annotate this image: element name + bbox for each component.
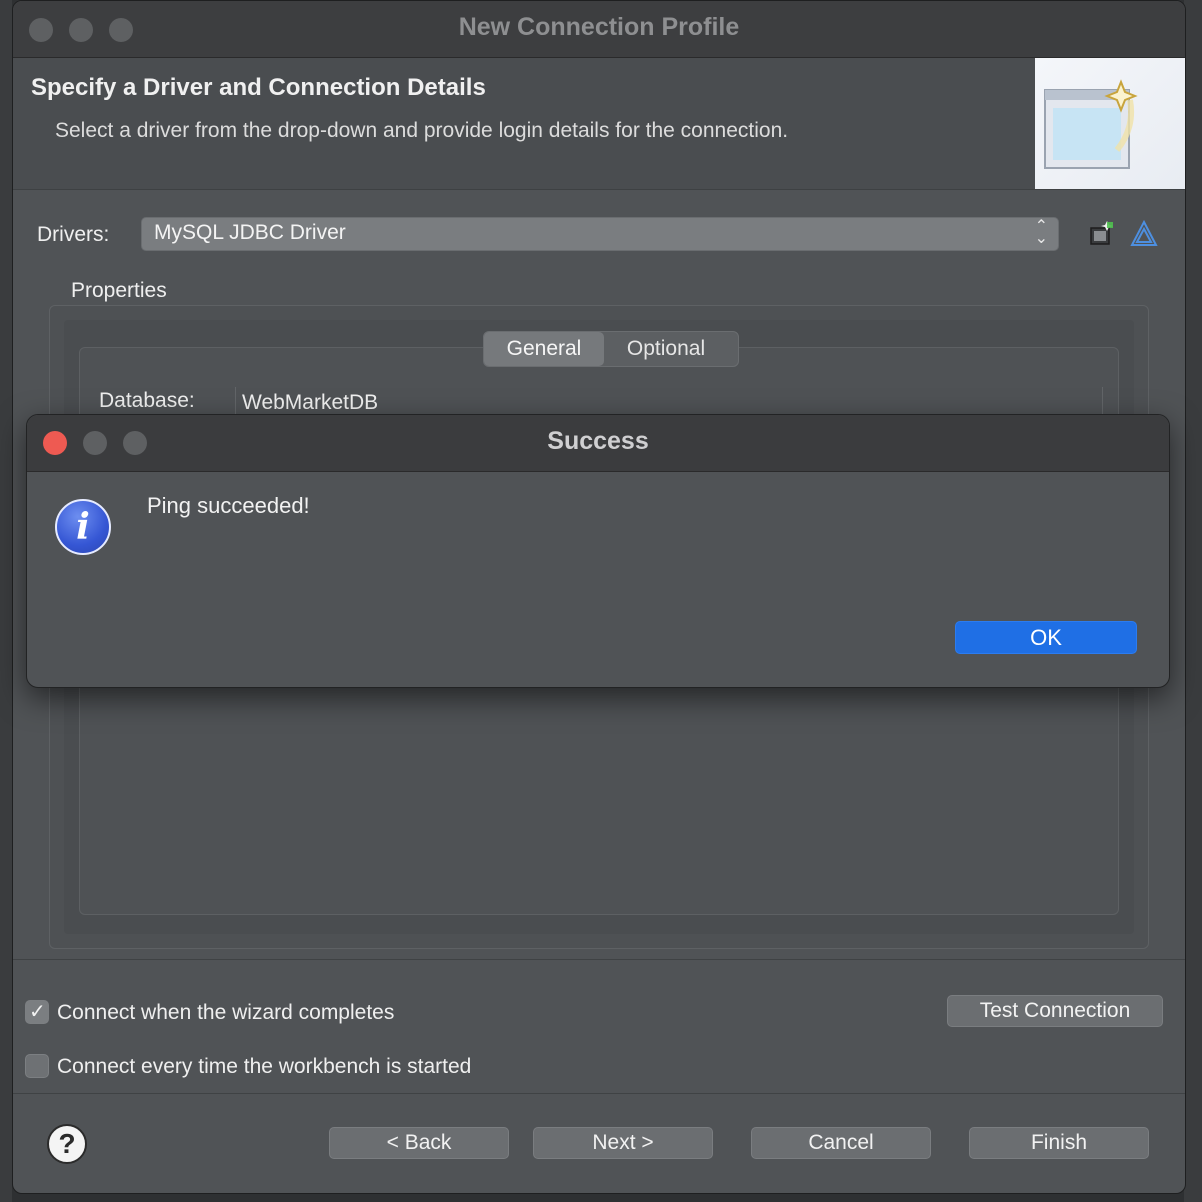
- drivers-select-value: MySQL JDBC Driver: [154, 221, 346, 244]
- database-label: Database:: [99, 389, 195, 412]
- connect-on-complete-label: Connect when the wizard completes: [57, 1001, 395, 1024]
- back-button[interactable]: < Back: [329, 1127, 509, 1159]
- info-icon: i: [55, 499, 111, 555]
- chevron-up-down-icon: ⌃ ⌄: [1034, 218, 1048, 247]
- dialog-title: Success: [547, 427, 649, 455]
- connect-on-start-label: Connect every time the workbench is star…: [57, 1055, 472, 1078]
- edit-driver-definition-icon[interactable]: [1129, 219, 1159, 249]
- drivers-select[interactable]: MySQL JDBC Driver ⌃ ⌄: [141, 217, 1059, 251]
- drivers-label: Drivers:: [37, 223, 110, 246]
- wizard-banner-icon: [1035, 58, 1185, 189]
- checkmark-icon: ✓: [29, 1001, 46, 1023]
- database-value: WebMarketDB: [242, 391, 379, 414]
- cancel-button[interactable]: Cancel: [751, 1127, 931, 1159]
- options-divider: [13, 959, 1185, 960]
- tab-optional[interactable]: Optional: [604, 332, 728, 366]
- dialog-titlebar: Success: [27, 415, 1169, 472]
- help-icon[interactable]: ?: [47, 1124, 87, 1164]
- finish-button[interactable]: Finish: [969, 1127, 1149, 1159]
- success-dialog: Success i Ping succeeded! OK: [26, 414, 1170, 688]
- properties-tabs: General Optional: [483, 331, 739, 367]
- background-window-right-edge: [1184, 0, 1202, 1202]
- background-window-left-edge: [0, 0, 12, 1202]
- window-titlebar: New Connection Profile: [13, 1, 1185, 58]
- test-connection-button[interactable]: Test Connection: [947, 995, 1163, 1027]
- page-title: Specify a Driver and Connection Details: [31, 74, 486, 101]
- next-button[interactable]: Next >: [533, 1127, 713, 1159]
- page-description: Select a driver from the drop-down and p…: [55, 119, 789, 142]
- connect-on-complete-checkbox[interactable]: ✓: [25, 1000, 49, 1024]
- tab-general[interactable]: General: [484, 332, 604, 366]
- buttons-divider: [13, 1093, 1185, 1094]
- new-driver-definition-icon[interactable]: [1087, 219, 1117, 249]
- ok-button[interactable]: OK: [955, 621, 1137, 654]
- properties-label: Properties: [71, 279, 167, 302]
- connect-on-start-checkbox[interactable]: [25, 1054, 49, 1078]
- dialog-message: Ping succeeded!: [147, 493, 310, 518]
- window-title: New Connection Profile: [458, 13, 740, 41]
- wizard-header: Specify a Driver and Connection Details …: [13, 58, 1185, 190]
